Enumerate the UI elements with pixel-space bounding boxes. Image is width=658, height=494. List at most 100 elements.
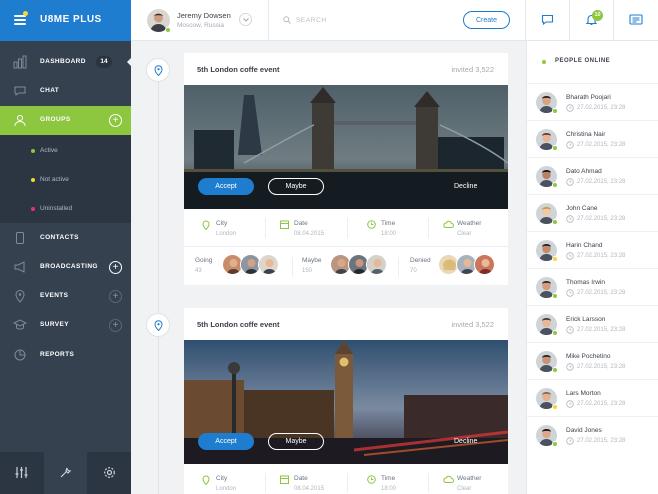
- clock-icon: [367, 220, 376, 229]
- person-name: Christina Nair: [566, 131, 606, 138]
- decline-button[interactable]: Decline: [454, 178, 477, 195]
- detail-value: London: [216, 486, 237, 492]
- add-survey-button[interactable]: +: [109, 319, 122, 332]
- event-card-header: 5th London coffe event invited 3,522: [184, 308, 508, 340]
- add-broadcast-button[interactable]: +: [109, 261, 122, 274]
- wrench-icon: [60, 467, 72, 478]
- attendance-label: Denied: [410, 257, 431, 264]
- user-location: Moscow, Russia: [177, 22, 224, 29]
- event-title[interactable]: 5th London coffe event: [197, 320, 280, 329]
- status-dot: [552, 219, 558, 225]
- sidebar-item-reports[interactable]: REPORTS: [0, 341, 131, 370]
- submenu-item-not-active[interactable]: Not active: [0, 165, 131, 194]
- online-person[interactable]: Dato Ahmad 27.02.2015, 23:28: [527, 157, 658, 194]
- clock-icon: [566, 363, 574, 371]
- detail-label: Time: [381, 475, 396, 482]
- online-person[interactable]: Bharath Poojari 27.02.2015, 23:28: [527, 83, 658, 120]
- clock-icon: [566, 104, 574, 112]
- phone-icon: [16, 232, 24, 244]
- equalizer-button[interactable]: [0, 452, 43, 494]
- chat-icon[interactable]: [541, 13, 554, 26]
- last-seen-time: 27.02.2015, 23:28: [577, 253, 626, 259]
- attendance-row: Going 43 Maybe 150 Denied 70: [184, 247, 508, 285]
- gear-icon: [104, 467, 115, 478]
- accept-button[interactable]: Accept: [198, 178, 254, 195]
- sliders-icon: [15, 467, 28, 478]
- sidebar-item-dashboard[interactable]: DASHBOARD 14: [0, 48, 131, 77]
- attendance-count: 43: [195, 268, 202, 274]
- online-person[interactable]: Lars Morton 27.02.2015, 23:28: [527, 379, 658, 416]
- notification-dot: [23, 11, 28, 16]
- header-divider: [525, 0, 526, 41]
- search-input[interactable]: [296, 12, 446, 28]
- accept-button[interactable]: Accept: [198, 433, 254, 450]
- sidebar-item-survey[interactable]: SURVEY +: [0, 311, 131, 340]
- online-indicator: [542, 60, 546, 64]
- cloud-icon: [443, 220, 454, 228]
- clock-icon: [566, 400, 574, 408]
- pie-chart-icon: [14, 349, 26, 361]
- detail-label: Time: [381, 220, 396, 227]
- top-header: Jeremy Dowsen Moscow, Russia Create 10: [131, 0, 658, 41]
- clock-icon: [566, 141, 574, 149]
- person-name: John Cane: [566, 205, 598, 212]
- attendance-count: 150: [302, 268, 313, 274]
- maybe-button[interactable]: Maybe: [268, 433, 324, 450]
- detail-label: Date: [294, 220, 308, 227]
- online-person[interactable]: David Jones 27.02.2015, 23:28: [527, 416, 658, 453]
- create-button[interactable]: Create: [463, 11, 510, 29]
- attendee-avatar[interactable]: [258, 254, 279, 275]
- header-divider: [569, 0, 570, 41]
- groups-submenu: Active Not active Uninstalled: [0, 135, 131, 223]
- settings-button[interactable]: [88, 452, 131, 494]
- online-person[interactable]: Christina Nair 27.02.2015, 23:28: [527, 120, 658, 157]
- hamburger-menu-icon[interactable]: [14, 15, 26, 25]
- location-pin-icon: [202, 220, 210, 230]
- sidebar-item-chat[interactable]: CHAT: [0, 77, 131, 106]
- event-card-header: 5th London coffe event invited 3,522: [184, 53, 508, 85]
- clock-icon: [566, 289, 574, 297]
- sidebar-item-broadcasting[interactable]: BROADCASTING +: [0, 253, 131, 282]
- search-icon: [283, 16, 291, 24]
- attendee-avatar[interactable]: [474, 254, 495, 275]
- header-divider: [613, 0, 614, 41]
- online-person[interactable]: John Cane 27.02.2015, 23:28: [527, 194, 658, 231]
- detail-label: City: [216, 475, 228, 482]
- add-group-button[interactable]: +: [109, 114, 122, 127]
- clock-icon: [566, 178, 574, 186]
- location-pin-icon: [202, 475, 210, 485]
- online-person[interactable]: Mike Pochetino 27.02.2015, 23:28: [527, 342, 658, 379]
- status-dot: [31, 207, 35, 211]
- online-person[interactable]: Thomas Irwin 27.02.2015, 23:28: [527, 268, 658, 305]
- tools-button[interactable]: [44, 452, 87, 494]
- status-dot: [552, 182, 558, 188]
- sidebar: U8ME PLUS DASHBOARD 14 CHAT GROUPS + Act…: [0, 0, 131, 494]
- online-person[interactable]: Erick Larsson 27.02.2015, 23:28: [527, 305, 658, 342]
- attendance-divider: [292, 257, 293, 277]
- sidebar-item-events[interactable]: EVENTS +: [0, 282, 131, 311]
- status-dot: [552, 145, 558, 151]
- clock-icon: [566, 437, 574, 445]
- submenu-item-active[interactable]: Active: [0, 136, 131, 165]
- detail-value: Clear: [457, 231, 472, 237]
- attendee-avatar[interactable]: [366, 254, 387, 275]
- sidebar-label: SURVEY: [40, 321, 70, 328]
- maybe-button[interactable]: Maybe: [268, 178, 324, 195]
- decline-button[interactable]: Decline: [454, 433, 477, 450]
- news-icon[interactable]: [629, 13, 643, 26]
- user-menu-toggle[interactable]: [239, 13, 252, 26]
- submenu-item-uninstalled[interactable]: Uninstalled: [0, 194, 131, 223]
- add-event-button[interactable]: +: [109, 290, 122, 303]
- status-dot: [552, 404, 558, 410]
- event-details: City London Date 08.04.2015 Time 18:00 W…: [184, 209, 508, 247]
- attendance-label: Maybe: [302, 257, 322, 264]
- online-person[interactable]: Harin Chand 27.02.2015, 23:28: [527, 231, 658, 268]
- brand-bar: U8ME PLUS: [0, 0, 131, 41]
- status-dot: [552, 367, 558, 373]
- sidebar-item-groups[interactable]: GROUPS +: [0, 106, 131, 135]
- sidebar-item-contacts[interactable]: CONTACTS: [0, 224, 131, 253]
- notification-badge: 10: [592, 10, 603, 21]
- event-title[interactable]: 5th London coffe event: [197, 65, 280, 74]
- person-name: Thomas Irwin: [566, 279, 606, 286]
- attendance-count: 70: [410, 268, 417, 274]
